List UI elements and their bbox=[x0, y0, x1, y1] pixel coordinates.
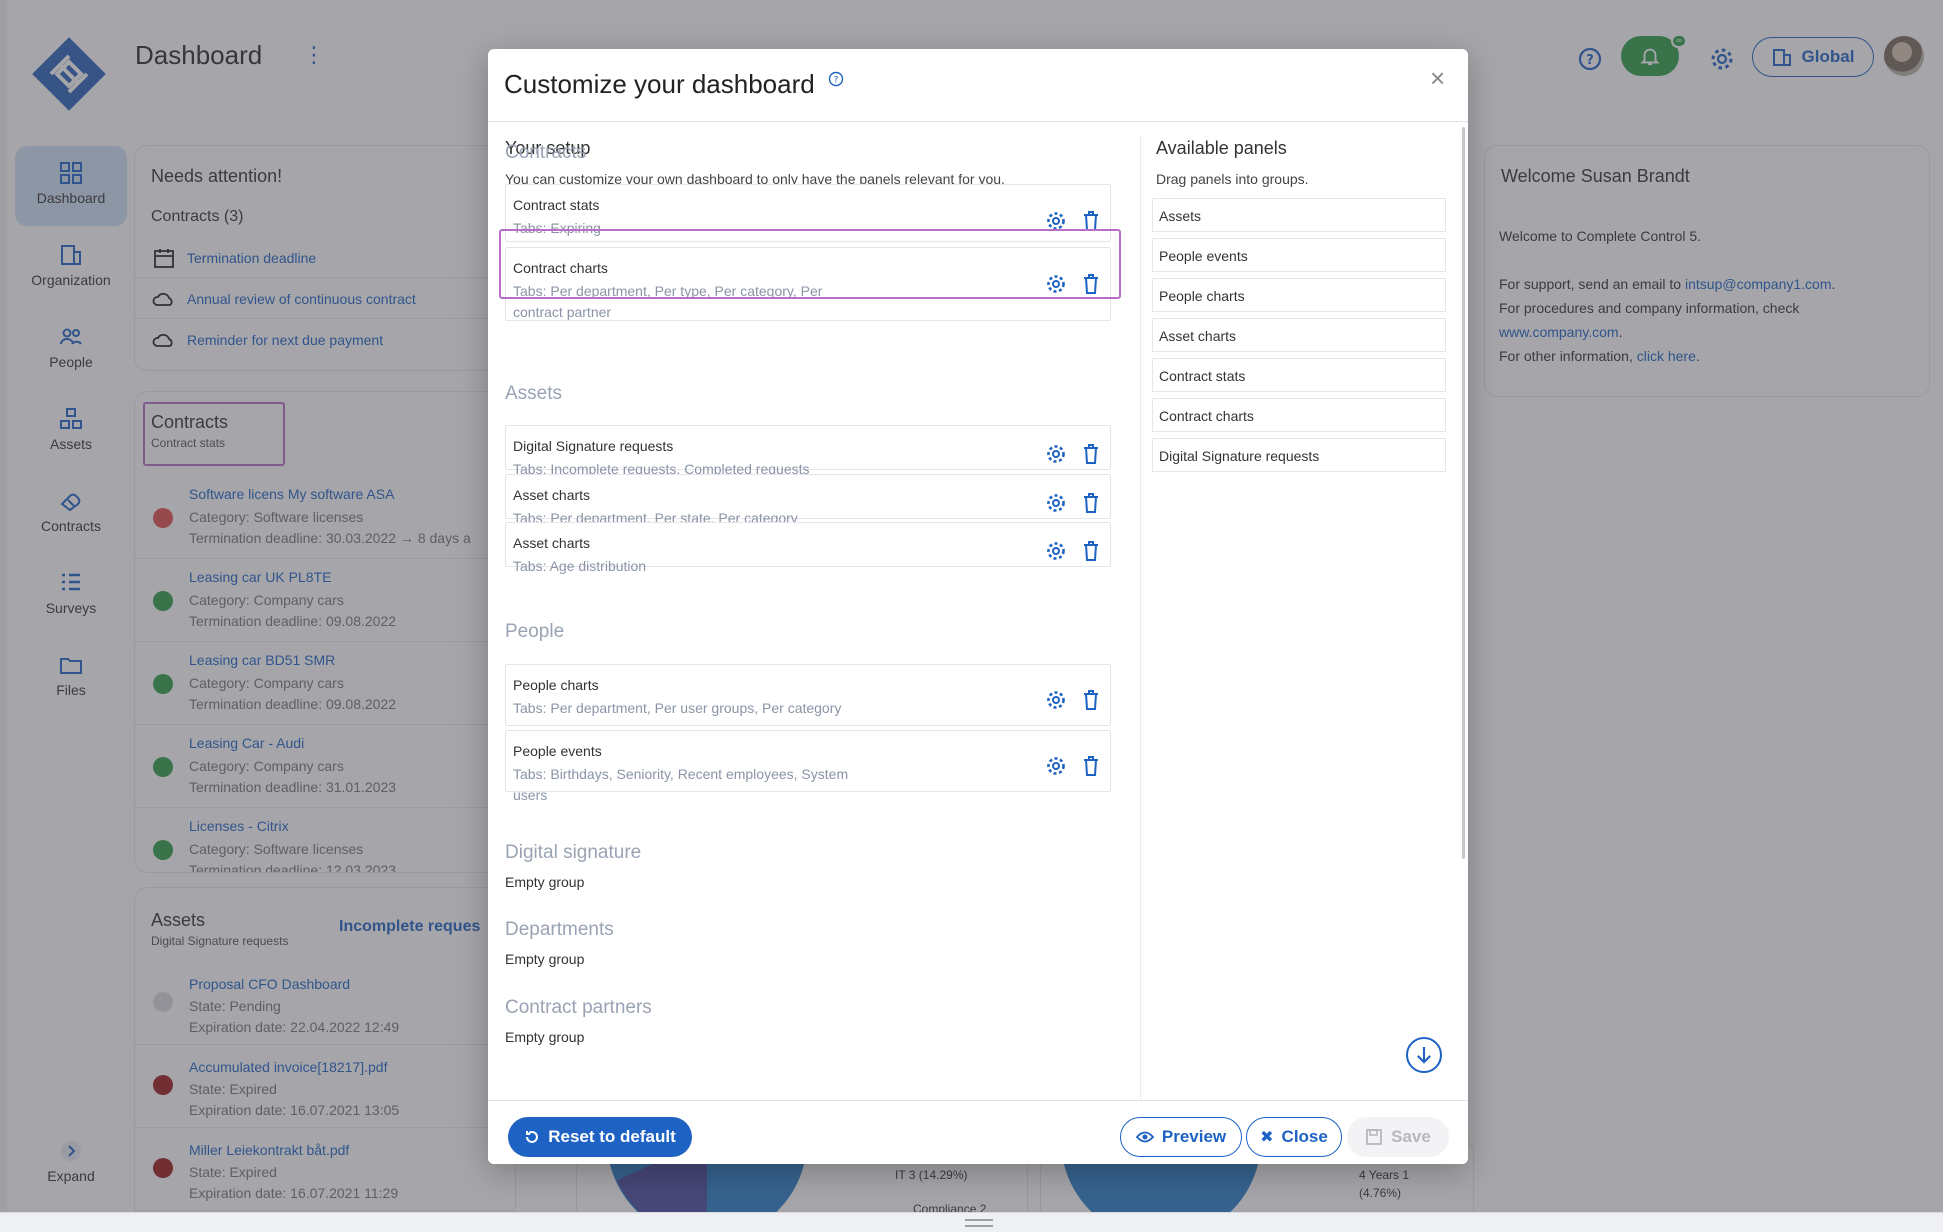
save-button[interactable]: Save bbox=[1347, 1117, 1449, 1157]
customize-dashboard-dialog: Customize your dashboard ? × Your setup … bbox=[488, 49, 1468, 1164]
close-button[interactable]: ✖ Close bbox=[1246, 1117, 1342, 1157]
group-title: Assets bbox=[505, 383, 563, 404]
group-title: Digital signature bbox=[505, 842, 642, 863]
trash-icon[interactable] bbox=[1081, 443, 1101, 465]
empty-group-label: Empty group bbox=[505, 951, 585, 967]
gear-icon[interactable] bbox=[1045, 492, 1067, 514]
trash-icon[interactable] bbox=[1081, 755, 1101, 777]
available-panel-item[interactable]: Asset charts bbox=[1152, 318, 1446, 352]
panel-card[interactable]: Asset charts Tabs: Age distribution bbox=[505, 522, 1111, 574]
panel-card[interactable]: People events Tabs: Birthdays, Seniority,… bbox=[505, 730, 1111, 803]
drag-handle-icon[interactable] bbox=[965, 1219, 993, 1227]
close-icon: ✖ bbox=[1260, 1129, 1274, 1146]
gear-icon[interactable] bbox=[1045, 443, 1067, 465]
preview-label: Preview bbox=[1161, 1127, 1227, 1146]
trash-icon[interactable] bbox=[1081, 540, 1101, 562]
panel-card-title: Contract stats bbox=[513, 197, 600, 213]
floppy-disk-icon bbox=[1366, 1129, 1383, 1145]
empty-group-label: Empty group bbox=[505, 1029, 585, 1045]
panel-card-title: People charts bbox=[513, 677, 599, 693]
panel-card-title: Asset charts bbox=[513, 535, 591, 551]
available-panel-item[interactable]: Contract stats bbox=[1152, 358, 1446, 392]
close-icon[interactable]: × bbox=[1430, 65, 1445, 91]
highlight-frame bbox=[499, 229, 1121, 299]
panel-card[interactable]: Digital Signature requests Tabs: Incomple… bbox=[505, 425, 1111, 477]
available-description: Drag panels into groups. bbox=[1156, 171, 1309, 187]
preview-button[interactable]: Preview bbox=[1120, 1117, 1242, 1157]
panel-card-title: Digital Signature requests bbox=[513, 438, 674, 454]
panel-card-tabs: Tabs: Birthdays, Seniority, Recent emplo… bbox=[513, 766, 849, 803]
dialog-footer: Reset to default Preview ✖ Close Save bbox=[488, 1100, 1468, 1164]
panel-card-title: Asset charts bbox=[513, 487, 591, 503]
group-title: Contracts bbox=[505, 142, 587, 163]
trash-icon[interactable] bbox=[1081, 492, 1101, 514]
group-title: Contract partners bbox=[505, 997, 652, 1018]
gear-icon[interactable] bbox=[1045, 540, 1067, 562]
group-title: People bbox=[505, 621, 565, 642]
reset-icon bbox=[526, 1131, 539, 1143]
trash-icon[interactable] bbox=[1081, 689, 1101, 711]
gear-icon[interactable] bbox=[1045, 689, 1067, 711]
empty-group-label: Empty group bbox=[505, 874, 585, 890]
available-panel-item[interactable]: People charts bbox=[1152, 278, 1446, 312]
close-label: Close bbox=[1281, 1127, 1328, 1146]
available-panel-item[interactable]: Contract charts bbox=[1152, 398, 1446, 432]
dialog-title: Customize your dashboard bbox=[504, 69, 815, 99]
reset-label: Reset to default bbox=[548, 1127, 676, 1146]
eye-icon bbox=[1135, 1131, 1154, 1143]
panel-card[interactable]: Asset charts Tabs: Per department, Per st… bbox=[505, 474, 1111, 526]
dialog-body: Your setup You can customize your own da… bbox=[488, 122, 1468, 1100]
available-panel-item[interactable]: People events bbox=[1152, 238, 1446, 272]
column-divider bbox=[1140, 136, 1141, 1100]
scroll-down-button[interactable] bbox=[1406, 1037, 1442, 1073]
save-label: Save bbox=[1391, 1127, 1431, 1146]
reset-to-default-button[interactable]: Reset to default bbox=[508, 1117, 692, 1157]
resize-bar[interactable] bbox=[0, 1212, 1943, 1232]
svg-text:?: ? bbox=[834, 76, 839, 86]
scrollbar[interactable] bbox=[1462, 127, 1465, 859]
panel-card[interactable]: People charts Tabs: Per department, Per u… bbox=[505, 664, 1111, 726]
panel-card-title: People events bbox=[513, 743, 602, 759]
available-title: Available panels bbox=[1156, 138, 1287, 158]
available-panel-item[interactable]: Digital Signature requests bbox=[1152, 438, 1446, 472]
panel-card-tabs: Tabs: Age distribution bbox=[513, 558, 647, 574]
group-title: Departments bbox=[505, 919, 614, 940]
available-panel-item[interactable]: Assets bbox=[1152, 198, 1446, 232]
help-icon[interactable]: ? bbox=[828, 71, 844, 87]
panel-card-tabs: Tabs: Per department, Per user groups, P… bbox=[513, 700, 842, 716]
gear-icon[interactable] bbox=[1045, 755, 1067, 777]
